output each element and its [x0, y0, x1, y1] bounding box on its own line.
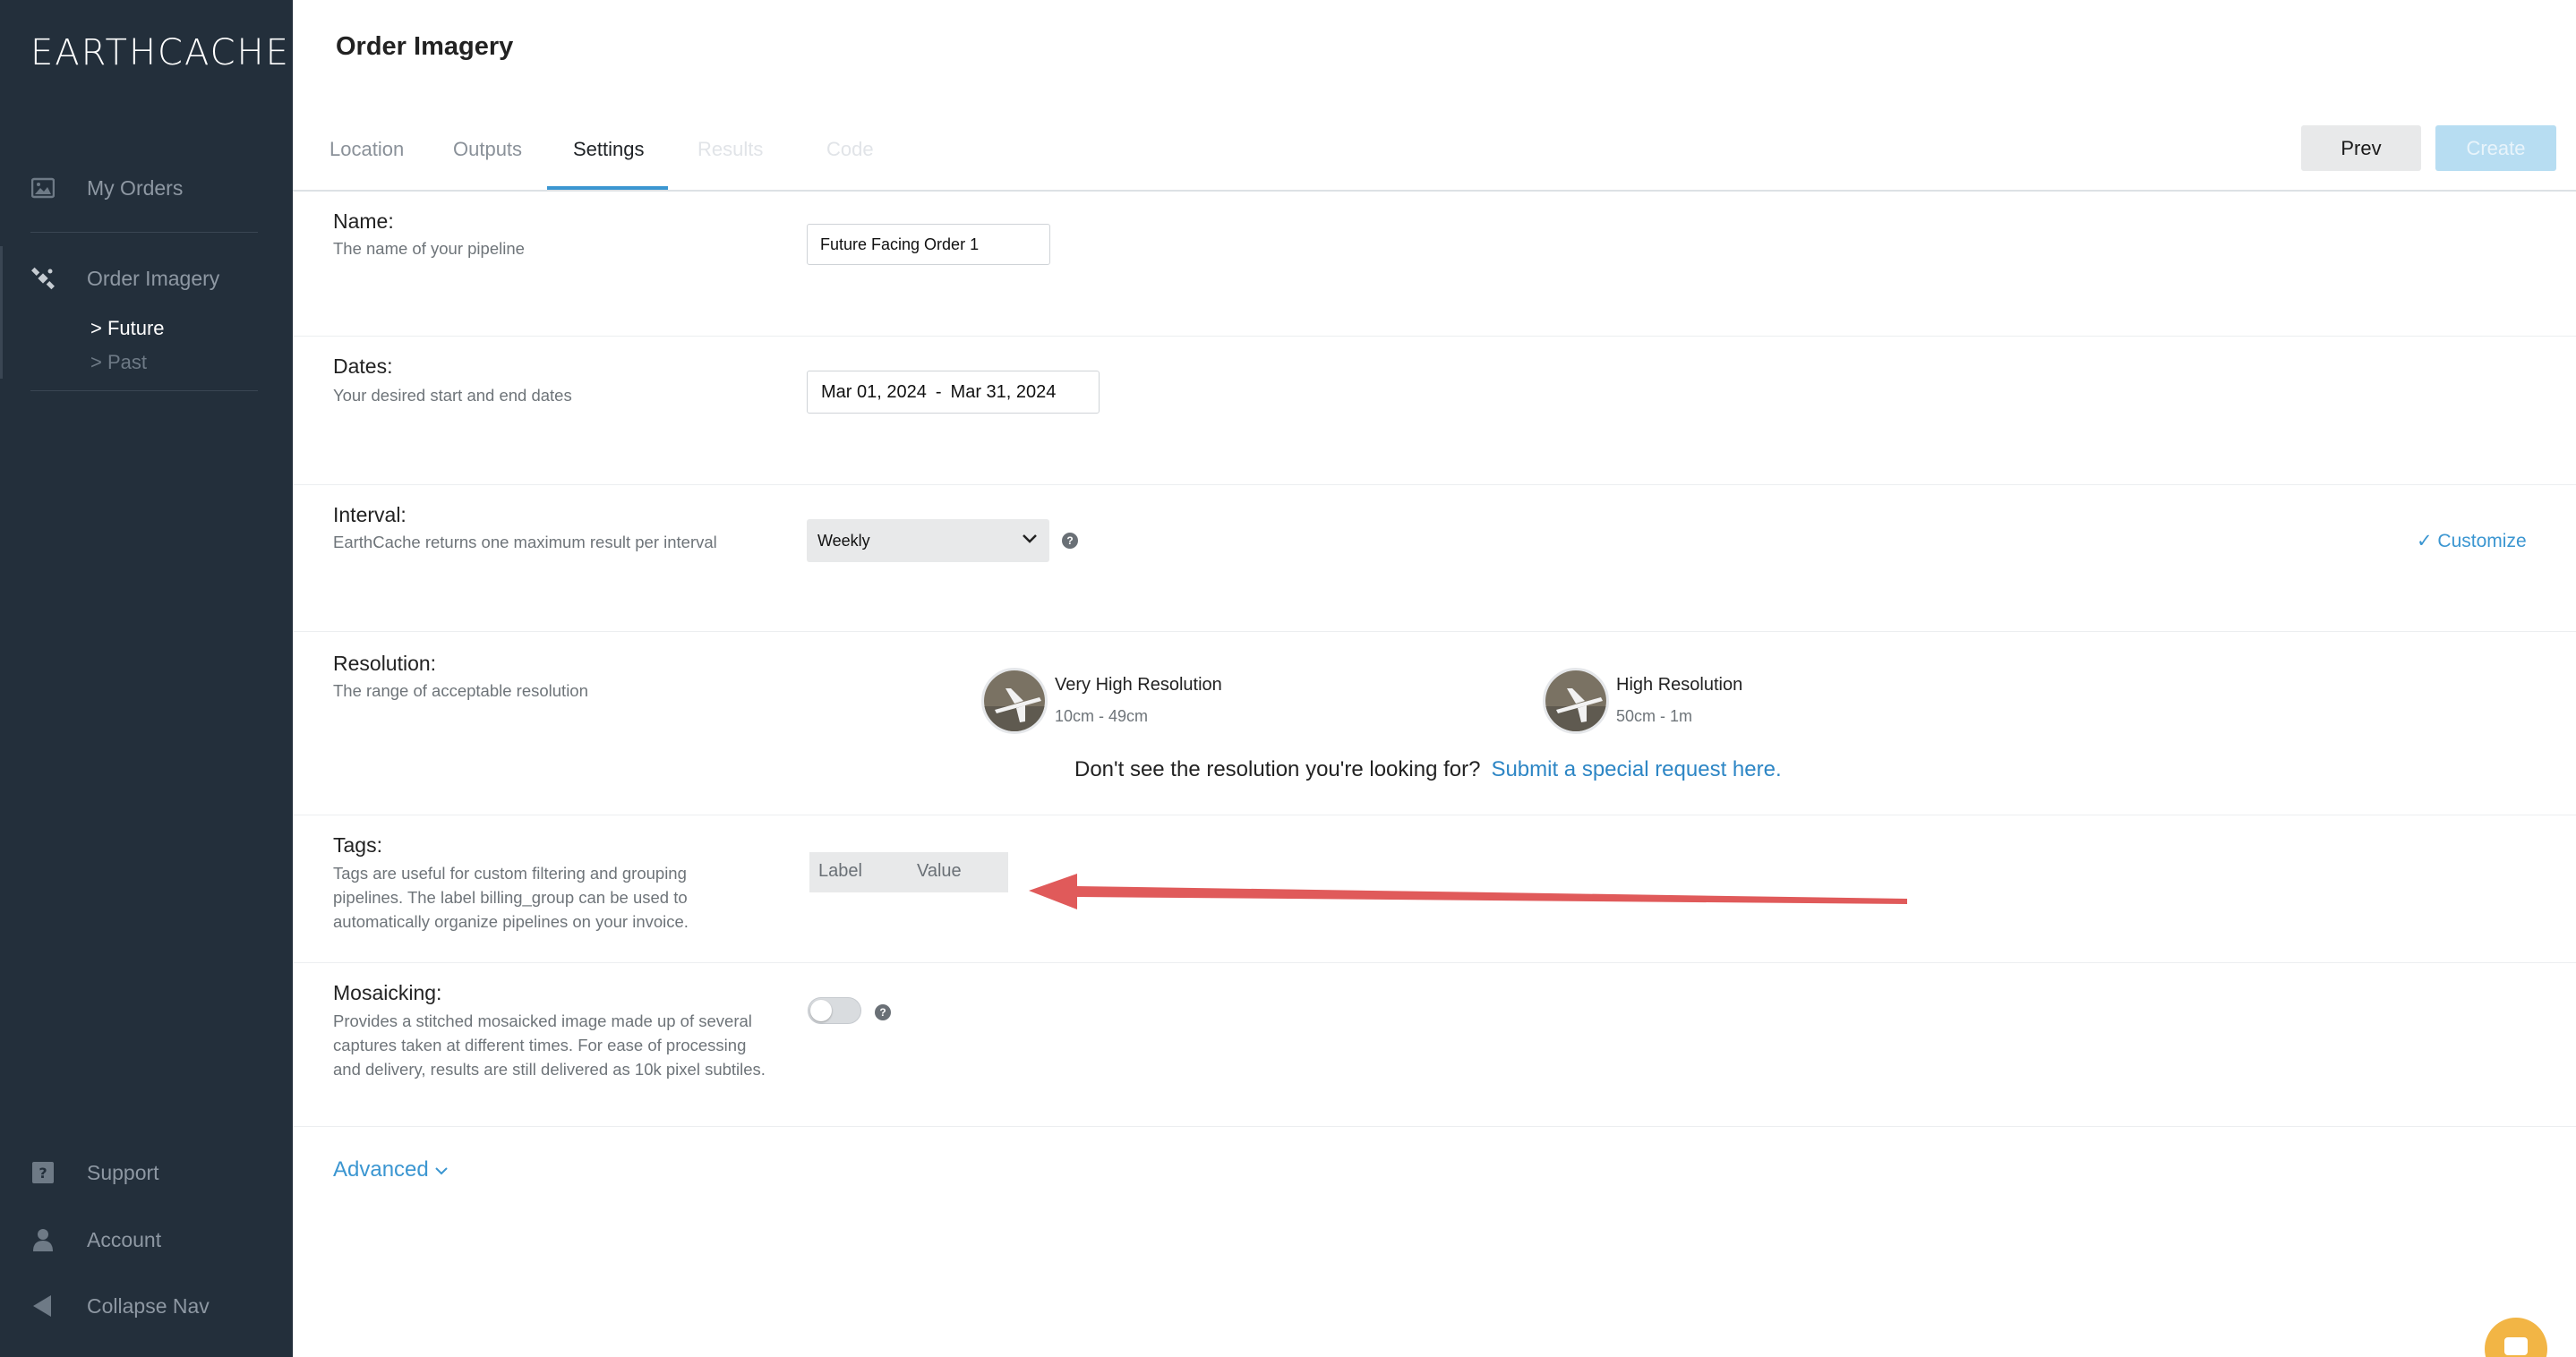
- tags-table-header[interactable]: Label Value: [809, 852, 1008, 892]
- interval-selected-value: Weekly: [817, 531, 870, 550]
- tab-location[interactable]: Location: [329, 138, 404, 161]
- chat-icon: [2504, 1337, 2528, 1355]
- wizard-tabs: Location Outputs Settings Results Code: [293, 125, 2576, 192]
- dates-title: Dates:: [333, 354, 393, 378]
- chat-support-button[interactable]: [2485, 1318, 2547, 1357]
- satellite-icon: [30, 266, 56, 291]
- resolution-option-range: 10cm - 49cm: [1055, 707, 1149, 725]
- question-icon: ?: [30, 1160, 56, 1185]
- divider: [30, 232, 258, 233]
- tab-code: Code: [826, 138, 874, 160]
- prev-button[interactable]: Prev: [2301, 125, 2421, 171]
- mosaicking-help-icon[interactable]: ?: [875, 1004, 891, 1020]
- resolution-option-very-high[interactable]: Very High Resolution 10cm - 49cm: [981, 668, 1250, 739]
- dates-row: Dates: Your desired start and end dates …: [293, 337, 2576, 485]
- divider: [30, 390, 258, 391]
- tag-label-column: Label: [818, 861, 862, 881]
- tags-row: Tags: Tags are useful for custom filteri…: [293, 815, 2576, 963]
- resolution-request-note: Don't see the resolution you're looking …: [1074, 757, 1782, 782]
- page-title: Order Imagery: [336, 32, 514, 61]
- collapse-arrow-icon: [30, 1293, 56, 1319]
- resolution-note-text: Don't see the resolution you're looking …: [1074, 757, 1481, 781]
- tab-outputs[interactable]: Outputs: [453, 138, 522, 161]
- sidebar-item-label: Account: [87, 1227, 162, 1251]
- advanced-label: Advanced: [333, 1157, 429, 1182]
- chevron-down-icon: [434, 1157, 449, 1182]
- tab-results: Results: [697, 138, 764, 160]
- name-description: The name of your pipeline: [333, 239, 525, 258]
- resolution-title: Resolution:: [333, 652, 437, 675]
- start-date: Mar 01, 2024: [821, 381, 927, 402]
- sidebar-item-label: Support: [87, 1160, 159, 1184]
- resolution-option-range: 50cm - 1m: [1616, 707, 1693, 725]
- sidebar-item-collapse-nav[interactable]: Collapse Nav: [0, 1292, 293, 1320]
- pipeline-name-input[interactable]: [807, 224, 1050, 265]
- resolution-option-name: Very High Resolution: [1055, 675, 1222, 695]
- earthcache-logo[interactable]: EARTHCACHE: [30, 32, 290, 73]
- tags-description: Tags are useful for custom filtering and…: [333, 864, 689, 931]
- resolution-description: The range of acceptable resolution: [333, 681, 588, 700]
- interval-select[interactable]: Weekly: [807, 519, 1049, 562]
- tags-title: Tags:: [333, 833, 382, 857]
- chevron-down-icon: [1021, 528, 1039, 554]
- interval-row: Interval: EarthCache returns one maximum…: [293, 485, 2576, 632]
- dates-description: Your desired start and end dates: [333, 386, 572, 405]
- name-title: Name:: [333, 209, 394, 233]
- sidebar-item-label: My Orders: [87, 175, 184, 200]
- active-tab-underline: [547, 186, 668, 190]
- date-separator: -: [935, 381, 942, 402]
- resolution-row: Resolution: The range of acceptable reso…: [293, 632, 2576, 815]
- interval-help-icon[interactable]: ?: [1062, 533, 1078, 549]
- sidebar-item-label: Collapse Nav: [87, 1293, 210, 1318]
- tag-value-column: Value: [917, 861, 962, 881]
- sidebar: EARTHCACHE My Orders Order Imagery > Fut…: [0, 0, 293, 1357]
- resolution-option-high[interactable]: High Resolution 50cm - 1m: [1543, 668, 1776, 739]
- main-content: Order Imagery Location Outputs Settings …: [293, 0, 2576, 1357]
- interval-title: Interval:: [333, 503, 407, 526]
- special-request-link[interactable]: Submit a special request here.: [1491, 757, 1781, 781]
- date-range-picker[interactable]: Mar 01, 2024 - Mar 31, 2024: [807, 371, 1100, 414]
- mosaicking-row: Mosaicking: Provides a stitched mosaicke…: [293, 963, 2576, 1127]
- advanced-toggle[interactable]: Advanced: [333, 1157, 449, 1182]
- sidebar-item-support[interactable]: ? Support: [0, 1158, 293, 1187]
- mosaicking-toggle[interactable]: [808, 997, 861, 1024]
- svg-text:?: ?: [39, 1165, 47, 1182]
- mosaicking-description: Provides a stitched mosaicked image made…: [333, 1011, 766, 1079]
- sidebar-item-my-orders[interactable]: My Orders: [0, 174, 293, 202]
- sidebar-item-account[interactable]: Account: [0, 1225, 293, 1254]
- name-row: Name: The name of your pipeline: [293, 193, 2576, 337]
- mosaicking-title: Mosaicking:: [333, 981, 442, 1004]
- image-icon: [30, 175, 56, 201]
- user-icon: [30, 1227, 56, 1252]
- airplane-thumbnail-icon: [981, 668, 1048, 734]
- create-button[interactable]: Create: [2435, 125, 2556, 171]
- airplane-thumbnail-icon: [1543, 668, 1609, 734]
- resolution-option-name: High Resolution: [1616, 675, 1743, 695]
- sidebar-item-label: Order Imagery: [87, 266, 220, 290]
- customize-link[interactable]: ✓ Customize: [2417, 530, 2527, 552]
- subnav-item-future[interactable]: > Future: [90, 317, 165, 340]
- end-date: Mar 31, 2024: [950, 381, 1057, 402]
- interval-description: EarthCache returns one maximum result pe…: [333, 533, 717, 551]
- toggle-knob: [810, 1000, 832, 1021]
- tab-settings[interactable]: Settings: [573, 138, 645, 161]
- sidebar-item-order-imagery[interactable]: Order Imagery: [0, 264, 293, 293]
- subnav-item-past[interactable]: > Past: [90, 351, 147, 374]
